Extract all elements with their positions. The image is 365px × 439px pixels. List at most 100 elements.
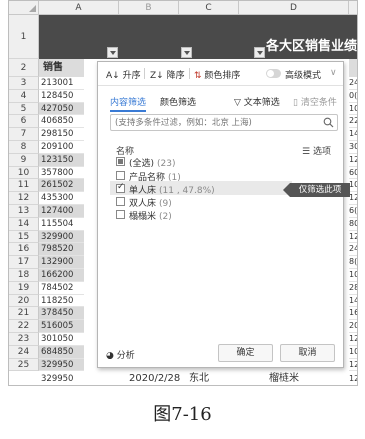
cell-a[interactable]: 132900	[39, 256, 84, 269]
cell-a[interactable]: 378450	[39, 307, 84, 321]
checkbox-checked-icon[interactable]	[116, 182, 125, 193]
cell-e[interactable]: 10(	[349, 269, 357, 282]
row-header[interactable]: 24	[9, 345, 39, 359]
filter-search-box[interactable]	[110, 114, 338, 131]
row-header[interactable]: 12	[9, 192, 39, 205]
cell-d25[interactable]: 榴梿米	[269, 371, 299, 385]
cell-e[interactable]: 12(	[349, 333, 357, 346]
filter-search-input[interactable]	[115, 117, 320, 129]
cell-e[interactable]: 10(	[349, 103, 357, 116]
row-header[interactable]: 8	[9, 141, 39, 154]
cell-e[interactable]: 12(	[349, 231, 357, 244]
filter-dropdown-b[interactable]	[181, 47, 192, 58]
cell-a[interactable]: 435300	[39, 192, 84, 205]
row-header[interactable]: 19	[9, 281, 39, 295]
row-header[interactable]: 7	[9, 128, 39, 141]
cell-e[interactable]: 80(	[349, 218, 357, 231]
checkbox-icon[interactable]	[116, 210, 125, 219]
cell-e[interactable]: 12(	[349, 359, 357, 372]
row-header[interactable]: 22	[9, 320, 39, 333]
cancel-button[interactable]: 取消	[280, 344, 335, 362]
column-header-d[interactable]: D	[239, 1, 349, 15]
filter-dropdown-a[interactable]	[107, 47, 118, 58]
checkbox-icon[interactable]	[116, 197, 125, 206]
row-header[interactable]: 9	[9, 153, 39, 167]
filter-only-this-tooltip[interactable]: 仅筛选此项	[283, 183, 350, 197]
cell-e[interactable]: 28(	[349, 282, 357, 295]
cell-a[interactable]: 329950	[39, 358, 84, 372]
cell-a[interactable]: 118250	[39, 295, 84, 308]
column-header-a[interactable]: A	[39, 1, 119, 15]
row-header[interactable]: 21	[9, 307, 39, 321]
cell-e25[interactable]: 120	[349, 371, 357, 385]
cell-e[interactable]: 0(	[349, 90, 357, 103]
cell-b25[interactable]: 2020/2/28	[129, 371, 180, 385]
cell-a[interactable]: 123150	[39, 153, 84, 167]
cell-a[interactable]: 301050	[39, 333, 84, 346]
cell-a[interactable]: 329900	[39, 230, 84, 244]
cell-a[interactable]: 298150	[39, 128, 84, 141]
row-header[interactable]: 13	[9, 205, 39, 218]
row-header[interactable]: 6	[9, 115, 39, 129]
header-cell-e[interactable]	[349, 59, 357, 77]
cell-e[interactable]: 60(	[349, 167, 357, 180]
row-header[interactable]: 18	[9, 269, 39, 282]
cell-e[interactable]: 6(	[349, 205, 357, 218]
column-header-e[interactable]	[349, 1, 357, 15]
sort-descending-button[interactable]: Z↓ 降序	[150, 68, 185, 81]
select-all-corner[interactable]	[9, 1, 39, 15]
row-header[interactable]: 10	[9, 166, 39, 180]
row-header[interactable]: 17	[9, 256, 39, 269]
color-sort-button[interactable]: ⇅ 颜色排序	[194, 68, 240, 81]
cell-e[interactable]: 16(	[349, 307, 357, 321]
column-header-c[interactable]: C	[179, 1, 239, 15]
cell-a[interactable]: 684850	[39, 345, 84, 359]
ok-button[interactable]: 确定	[218, 344, 273, 362]
header-cell-sales[interactable]: 销售	[39, 59, 84, 77]
analysis-button[interactable]: ◕ 分析	[106, 348, 135, 361]
row-header[interactable]: 15	[9, 230, 39, 244]
cell-e[interactable]: 20(	[349, 320, 357, 333]
tab-content-filter[interactable]: 内容筛选	[110, 95, 147, 112]
row-header[interactable]: 14	[9, 217, 39, 231]
row-header[interactable]: 5	[9, 102, 39, 116]
cell-a[interactable]: 166200	[39, 269, 84, 282]
cell-e[interactable]: 30(	[349, 141, 357, 154]
cell-a[interactable]: 128450	[39, 90, 84, 103]
row-header[interactable]: 2	[9, 59, 39, 77]
checkbox-icon[interactable]	[116, 171, 125, 180]
cell-e[interactable]: 14(	[349, 128, 357, 141]
cell-a[interactable]: 209100	[39, 141, 84, 154]
row-header[interactable]: 23	[9, 333, 39, 346]
sort-ascending-button[interactable]: A↓ 升序	[106, 68, 141, 81]
cell-c25[interactable]: 东北	[189, 371, 209, 385]
advanced-mode-toggle[interactable]	[266, 69, 281, 78]
cell-a[interactable]: 427050	[39, 102, 84, 116]
search-icon[interactable]	[323, 117, 334, 128]
row-header[interactable]: 20	[9, 294, 39, 308]
cell-e[interactable]: 24(	[349, 243, 357, 257]
cell-a[interactable]: 357800	[39, 167, 84, 180]
checkbox-partial-icon[interactable]	[116, 157, 125, 166]
cell-e[interactable]: 12(	[349, 154, 357, 167]
cell-e[interactable]: 8(	[349, 256, 357, 269]
cell-a25[interactable]: 329950	[39, 371, 84, 385]
cell-a[interactable]: 516005	[39, 320, 84, 333]
list-options-button[interactable]: ☰ 选项	[302, 144, 331, 157]
cell-a[interactable]: 406850	[39, 115, 84, 129]
cell-e[interactable]: 10(	[349, 346, 357, 359]
cell-e[interactable]: 24(	[349, 77, 357, 90]
chevron-down-icon[interactable]: ∨	[330, 68, 337, 78]
advanced-mode-label[interactable]: 高级模式	[285, 68, 321, 81]
spreadsheet[interactable]: A B C D 1 2 3 4 5 6 7 8 9 10 11 12 13 14 15 16 17 18 19 20 2…	[8, 0, 358, 386]
cell-a[interactable]: 798520	[39, 243, 84, 257]
row-header[interactable]: 25	[9, 358, 39, 371]
cell-e[interactable]: 22(	[349, 115, 357, 129]
row-header[interactable]: 1	[9, 15, 39, 59]
tab-color-filter[interactable]: 颜色筛选	[160, 95, 196, 108]
cell-e[interactable]: 10(	[349, 179, 357, 193]
cell-a[interactable]: 784502	[39, 282, 84, 295]
cell-e[interactable]: 14(	[349, 295, 357, 308]
cell-a[interactable]: 213001	[39, 77, 84, 90]
row-header[interactable]: 11	[9, 179, 39, 193]
